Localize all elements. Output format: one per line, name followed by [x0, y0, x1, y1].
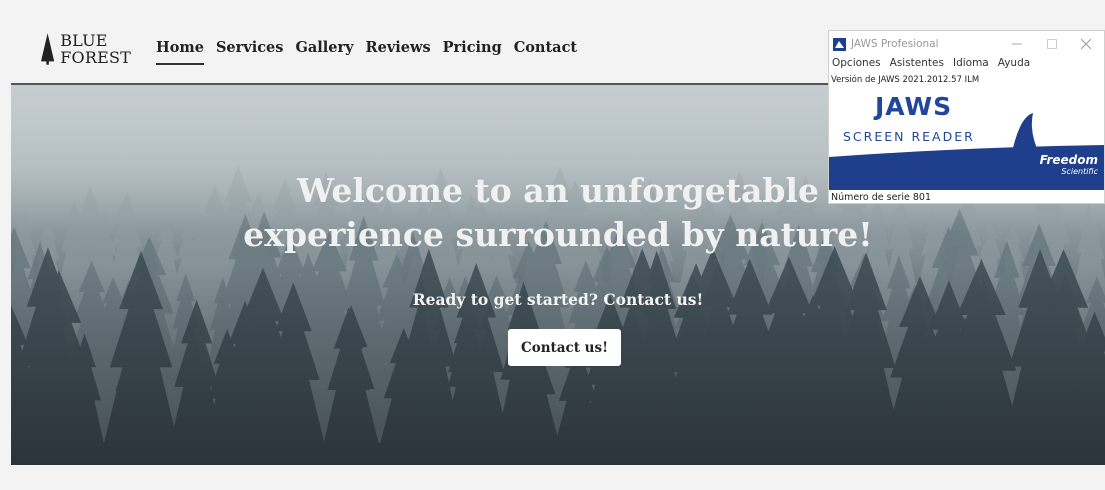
- jaws-serial-number: Número de serie 801: [831, 192, 931, 203]
- site-logo[interactable]: BLUE FOREST: [41, 29, 131, 69]
- nav-home[interactable]: Home: [156, 39, 204, 65]
- logo-line-2: FOREST: [60, 48, 131, 67]
- nav-services[interactable]: Services: [216, 39, 284, 65]
- freedom-scientific-brand: Freedom Scientific: [1039, 153, 1098, 177]
- nav-reviews[interactable]: Reviews: [366, 39, 431, 65]
- main-nav: Home Services Gallery Reviews Pricing Co…: [156, 39, 577, 65]
- jaws-titlebar[interactable]: JAWS Profesional: [829, 31, 1104, 57]
- jaws-banner: JAWS SCREEN READER Freedom Scientific: [829, 87, 1104, 190]
- menu-asistentes[interactable]: Asistentes: [889, 57, 945, 73]
- hero-title-line-2: experience surrounded by nature!: [243, 215, 873, 254]
- maximize-icon[interactable]: [1039, 34, 1065, 54]
- hero-subtitle: Ready to get started? Contact us!: [412, 290, 704, 309]
- minimize-icon[interactable]: [1004, 34, 1030, 54]
- jaws-logo-subtitle: SCREEN READER: [843, 129, 975, 144]
- nav-contact[interactable]: Contact: [514, 39, 577, 65]
- menu-opciones[interactable]: Opciones: [831, 57, 882, 73]
- tree-logo-icon: [41, 33, 55, 65]
- menu-ayuda[interactable]: Ayuda: [997, 57, 1031, 73]
- jaws-version-text: Versión de JAWS 2021.2012.57 ILM: [831, 75, 980, 85]
- jaws-menubar: Opciones Asistentes Idioma Ayuda: [831, 57, 1031, 73]
- jaws-window[interactable]: JAWS Profesional Opciones Asistentes Idi…: [828, 30, 1105, 204]
- jaws-app-icon: [833, 38, 846, 51]
- close-icon[interactable]: [1073, 34, 1099, 54]
- jaws-logo: JAWS: [875, 92, 953, 121]
- brand-line-2: Scientific: [1061, 167, 1098, 176]
- logo-text: BLUE FOREST: [60, 32, 131, 66]
- contact-us-button[interactable]: Contact us!: [508, 329, 621, 366]
- nav-pricing[interactable]: Pricing: [443, 39, 502, 65]
- brand-line-1: Freedom: [1039, 153, 1098, 167]
- jaws-window-title: JAWS Profesional: [851, 38, 939, 50]
- menu-idioma[interactable]: Idioma: [952, 57, 990, 73]
- logo-line-1: BLUE: [60, 31, 108, 50]
- nav-gallery[interactable]: Gallery: [295, 39, 353, 65]
